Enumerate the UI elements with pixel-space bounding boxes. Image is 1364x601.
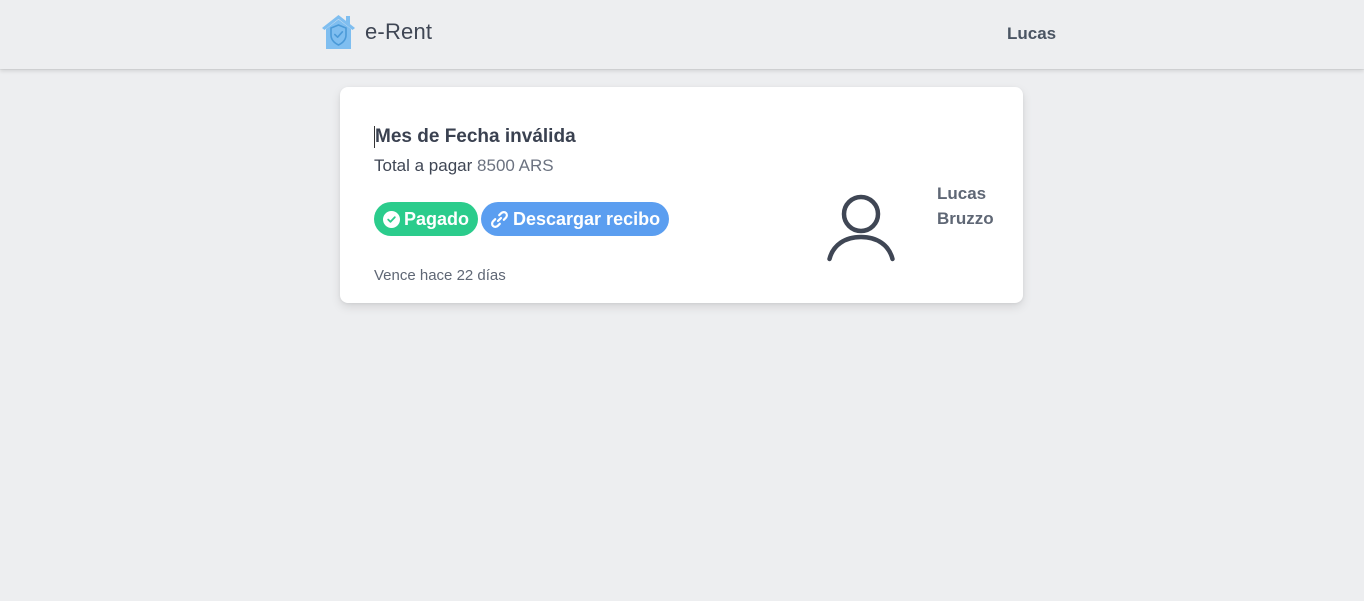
payment-card: Mes de Fecha inválida Total a pagar 8500…	[340, 87, 1023, 303]
tenant-first-name: Lucas	[937, 184, 987, 203]
user-icon	[827, 194, 895, 262]
check-circle-icon	[383, 210, 400, 228]
total-label: Total a pagar	[374, 156, 473, 175]
nav-user-menu[interactable]: Lucas	[1007, 24, 1056, 44]
due-date-text: Vence hace 22 días	[374, 267, 506, 284]
tenant-last-name: Bruzzo	[937, 209, 994, 228]
download-receipt-button[interactable]: Descargar recibo	[481, 202, 670, 236]
brand-name: e-Rent	[365, 19, 433, 44]
payment-title: Mes de Fecha inválida	[374, 126, 576, 148]
brand-link[interactable]: e-Rent	[321, 14, 432, 50]
total-amount: 8500 ARS	[477, 156, 554, 175]
link-icon	[491, 210, 508, 228]
navbar: e-Rent Lucas	[0, 0, 1364, 69]
house-shield-icon	[322, 15, 355, 49]
download-receipt-label: Descargar recibo	[513, 208, 661, 229]
status-badge: Pagado	[374, 202, 479, 236]
total-line: Total a pagar 8500 ARS	[374, 156, 554, 176]
tenant-name: Lucas Bruzzo	[937, 181, 1007, 231]
status-badge-label: Pagado	[404, 208, 470, 229]
